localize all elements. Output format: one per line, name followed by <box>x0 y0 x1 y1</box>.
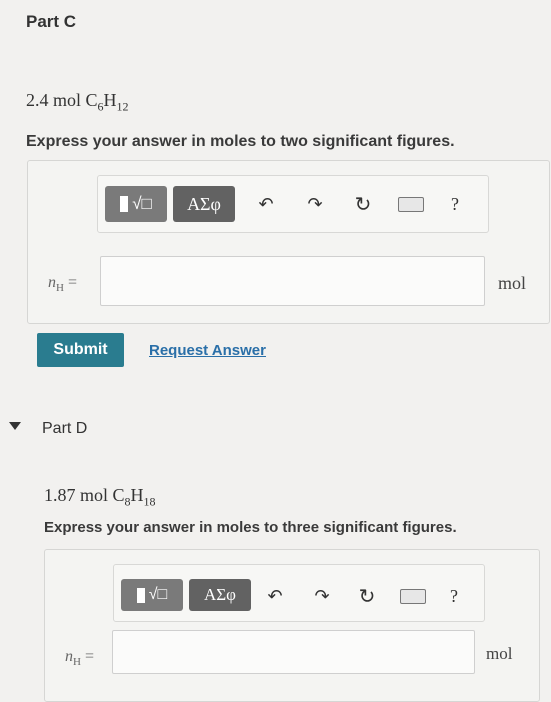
keyboard-icon[interactable] <box>400 589 426 604</box>
part-c-template-button[interactable]: √□ <box>105 186 167 222</box>
undo-icon[interactable]: ↶ <box>262 583 288 609</box>
part-d-variable-label: nH = <box>65 648 94 669</box>
redo-icon[interactable]: ↷ <box>302 190 328 218</box>
part-d-answer-input[interactable] <box>112 630 475 674</box>
reset-icon[interactable]: ↻ <box>354 583 380 609</box>
part-d-toolbar: √□ ΑΣφ ↶ ↷ ↻ ? <box>113 564 485 622</box>
part-d-template-button[interactable]: √□ <box>121 579 183 611</box>
keyboard-icon[interactable] <box>398 197 424 212</box>
part-d-help-button[interactable]: ? <box>444 583 464 609</box>
part-c-instruction: Express your answer in moles to two sign… <box>26 133 455 150</box>
request-answer-link[interactable]: Request Answer <box>149 342 266 359</box>
part-d-unit: mol <box>486 644 513 663</box>
part-c-amount: 2.4 mol <box>26 90 82 110</box>
part-c-unit: mol <box>498 273 527 293</box>
reset-icon[interactable]: ↻ <box>350 190 376 218</box>
part-d-instruction: Express your answer in moles to three si… <box>44 519 457 536</box>
collapse-triangle-icon[interactable] <box>9 422 21 430</box>
part-c-help-button[interactable]: ? <box>445 190 465 218</box>
submit-button[interactable]: Submit <box>37 333 124 367</box>
cursor-block-icon <box>136 587 145 603</box>
part-c-variable-label: nH = <box>48 274 77 295</box>
part-c-problem: 2.4 mol C6H12 <box>26 90 129 115</box>
part-d-answer-box: √□ ΑΣφ ↶ ↷ ↻ ? nH = mol <box>44 549 540 702</box>
part-c-toolbar: √□ ΑΣφ ↶ ↷ ↻ ? <box>97 175 489 233</box>
part-d-problem: 1.87 mol C8H18 <box>44 485 156 510</box>
part-d-greek-button[interactable]: ΑΣφ <box>189 579 251 611</box>
part-c-greek-button[interactable]: ΑΣφ <box>173 186 235 222</box>
part-d-title[interactable]: Part D <box>42 420 87 438</box>
part-d-amount: 1.87 mol <box>44 485 109 505</box>
part-c-answer-input[interactable] <box>100 256 485 306</box>
part-c-formula: C6H12 <box>85 90 129 114</box>
part-c-title: Part C <box>26 12 77 31</box>
redo-icon[interactable]: ↷ <box>309 583 335 609</box>
part-c-answer-box: √□ ΑΣφ ↶ ↷ ↻ ? nH = mol <box>27 160 550 324</box>
part-d-formula: C8H18 <box>112 485 156 509</box>
undo-icon[interactable]: ↶ <box>253 190 279 218</box>
cursor-block-icon <box>120 196 129 212</box>
